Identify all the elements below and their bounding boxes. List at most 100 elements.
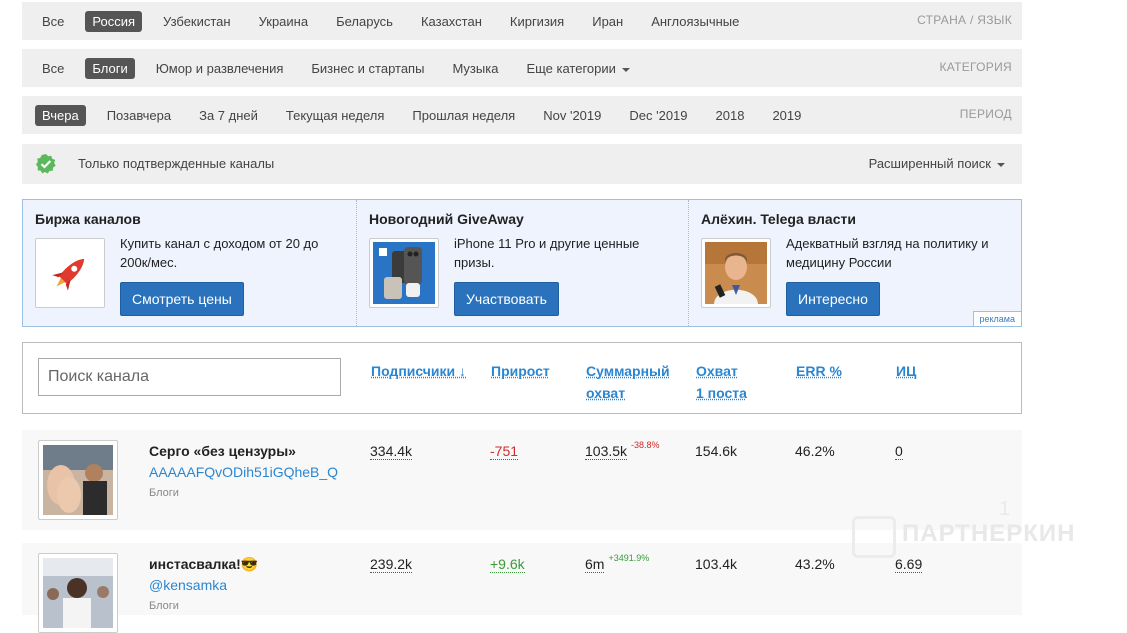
advanced-search-label: Расширенный поиск: [868, 156, 991, 171]
category-music[interactable]: Музыка: [445, 58, 505, 79]
ad-title: Алёхин. Telega власти: [701, 211, 856, 227]
column-post-reach-line2: 1 поста: [696, 385, 747, 401]
country-bar-label: СТРАНА / ЯЗЫК: [917, 13, 1012, 27]
rocket-icon: [36, 239, 104, 307]
column-subscribers[interactable]: Подписчики ↓: [371, 360, 466, 382]
growth-value[interactable]: -751: [490, 443, 519, 460]
caret-down-icon: [997, 162, 1005, 167]
ad-politics: Алёхин. Telega власти Адекватный взгляд …: [688, 200, 1021, 326]
interesting-button[interactable]: Интересно: [786, 282, 880, 316]
country-list: Все Россия Узбекистан Украина Беларусь К…: [35, 11, 760, 32]
country-all[interactable]: Все: [35, 11, 71, 32]
period-last-week[interactable]: Прошлая неделя: [405, 105, 522, 126]
column-err[interactable]: ERR %: [796, 360, 842, 382]
channel-name[interactable]: инстасвалка!😎: [149, 556, 258, 573]
total-reach-change: +3491.9%: [608, 553, 650, 563]
column-growth[interactable]: Прирост: [491, 360, 550, 382]
channel-search-input[interactable]: [38, 358, 341, 396]
verified-only-label[interactable]: Только подтвержденные каналы: [78, 156, 274, 171]
category-more-dropdown[interactable]: Еще категории: [519, 58, 636, 79]
see-prices-button[interactable]: Смотреть цены: [120, 282, 244, 316]
country-kyrgyzstan[interactable]: Киргизия: [503, 11, 571, 32]
verified-filter-bar: Только подтвержденные каналы Расширенный…: [22, 144, 1022, 184]
period-filter-bar: Вчера Позавчера За 7 дней Текущая неделя…: [22, 96, 1022, 134]
err-value: 46.2%: [795, 443, 835, 459]
avatar[interactable]: [38, 440, 118, 520]
country-uzbekistan[interactable]: Узбекистан: [156, 11, 238, 32]
column-total-reach-line1: Суммарный: [586, 363, 670, 379]
column-ic[interactable]: ИЦ: [896, 360, 916, 382]
person-photo-icon: [705, 242, 767, 304]
country-kazakhstan[interactable]: Казахстан: [414, 11, 489, 32]
channel-handle[interactable]: @kensamka: [149, 577, 227, 593]
ad-description: iPhone 11 Pro и другие ценные призы.: [454, 236, 640, 270]
column-total-reach[interactable]: Суммарный охват: [586, 360, 670, 404]
err-value: 43.2%: [795, 556, 835, 572]
ads-block: Биржа каналов Купить канал с доходом от …: [22, 199, 1022, 327]
column-post-reach-line1: Охват: [696, 363, 738, 379]
period-dec-2019[interactable]: Dec '2019: [622, 105, 694, 126]
country-belarus[interactable]: Беларусь: [329, 11, 400, 32]
country-ukraine[interactable]: Украина: [252, 11, 316, 32]
country-russia[interactable]: Россия: [85, 11, 143, 32]
ad-exchange: Биржа каналов Купить канал с доходом от …: [23, 200, 356, 326]
period-nov-2019[interactable]: Nov '2019: [536, 105, 608, 126]
period-list: Вчера Позавчера За 7 дней Текущая неделя…: [35, 105, 822, 126]
category-blogs[interactable]: Блоги: [85, 58, 135, 79]
channel-name[interactable]: Серго «без цензуры»: [149, 443, 296, 459]
ad-thumbnail[interactable]: [35, 238, 105, 308]
check-circle-icon[interactable]: [36, 154, 56, 174]
watermark-text: ПАРТНЕРКИН: [902, 520, 1076, 547]
country-filter-bar: Все Россия Узбекистан Украина Беларусь К…: [22, 2, 1022, 40]
ad-title: Новогодний GiveAway: [369, 211, 524, 227]
ad-thumbnail[interactable]: [369, 238, 439, 308]
subscribers-value[interactable]: 239.2k: [370, 556, 413, 573]
ad-description: Адекватный взгляд на политику и медицину…: [786, 236, 989, 270]
channel-photo-icon: [43, 558, 113, 628]
watermark-number: 1: [999, 498, 1011, 520]
avatar[interactable]: [38, 553, 118, 633]
period-7-days[interactable]: За 7 дней: [192, 105, 265, 126]
total-reach-cell: 103.5k -38.8%: [585, 440, 660, 460]
iphone-icon: [373, 242, 435, 304]
period-bar-label: ПЕРИОД: [959, 107, 1012, 121]
ic-value[interactable]: 6.69: [895, 556, 923, 573]
watermark-logo-icon: [852, 516, 896, 558]
total-reach-change: -38.8%: [631, 440, 660, 450]
country-iran[interactable]: Иран: [585, 11, 630, 32]
period-yesterday[interactable]: Вчера: [35, 105, 86, 126]
post-reach-value: 103.4k: [695, 556, 738, 572]
category-all[interactable]: Все: [35, 58, 71, 79]
category-filter-bar: Все Блоги Юмор и развлечения Бизнес и ст…: [22, 49, 1022, 87]
period-this-week[interactable]: Текущая неделя: [279, 105, 391, 126]
ad-thumbnail[interactable]: [701, 238, 771, 308]
period-2019[interactable]: 2019: [765, 105, 808, 126]
participate-button[interactable]: Участвовать: [454, 282, 559, 316]
period-2018[interactable]: 2018: [709, 105, 752, 126]
advanced-search-dropdown[interactable]: Расширенный поиск: [869, 156, 1005, 171]
period-day-before[interactable]: Позавчера: [100, 105, 178, 126]
category-humor[interactable]: Юмор и развлечения: [149, 58, 291, 79]
column-post-reach[interactable]: Охват 1 поста: [696, 360, 747, 404]
channel-photo-icon: [43, 445, 113, 515]
column-total-reach-line2: охват: [586, 385, 626, 401]
table-row[interactable]: Серго «без цензуры» AAAAAFQvODih51iGQheB…: [22, 430, 1022, 530]
post-reach-value: 154.6k: [695, 443, 738, 459]
channel-category: Блоги: [149, 487, 179, 499]
category-bar-label: КАТЕГОРИЯ: [939, 60, 1012, 74]
table-header: Подписчики ↓ Прирост Суммарный охват Охва…: [22, 342, 1022, 414]
category-list: Все Блоги Юмор и развлечения Бизнес и ст…: [35, 58, 651, 79]
country-english[interactable]: Англоязычные: [644, 11, 746, 32]
caret-down-icon: [621, 67, 630, 72]
ad-description: Купить канал с доходом от 20 до 200к/мес…: [120, 236, 319, 270]
growth-value[interactable]: +9.6k: [490, 556, 525, 573]
channel-handle[interactable]: AAAAAFQvODih51iGQheB_Q: [149, 464, 338, 480]
total-reach-value[interactable]: 103.5k: [585, 443, 628, 460]
subscribers-value[interactable]: 334.4k: [370, 443, 413, 460]
total-reach-cell: 6m +3491.9%: [585, 553, 650, 573]
category-business[interactable]: Бизнес и стартапы: [304, 58, 431, 79]
ic-value[interactable]: 0: [895, 443, 903, 460]
ad-badge[interactable]: реклама: [972, 311, 1021, 326]
total-reach-value[interactable]: 6m: [585, 556, 605, 573]
channel-category: Блоги: [149, 600, 179, 612]
